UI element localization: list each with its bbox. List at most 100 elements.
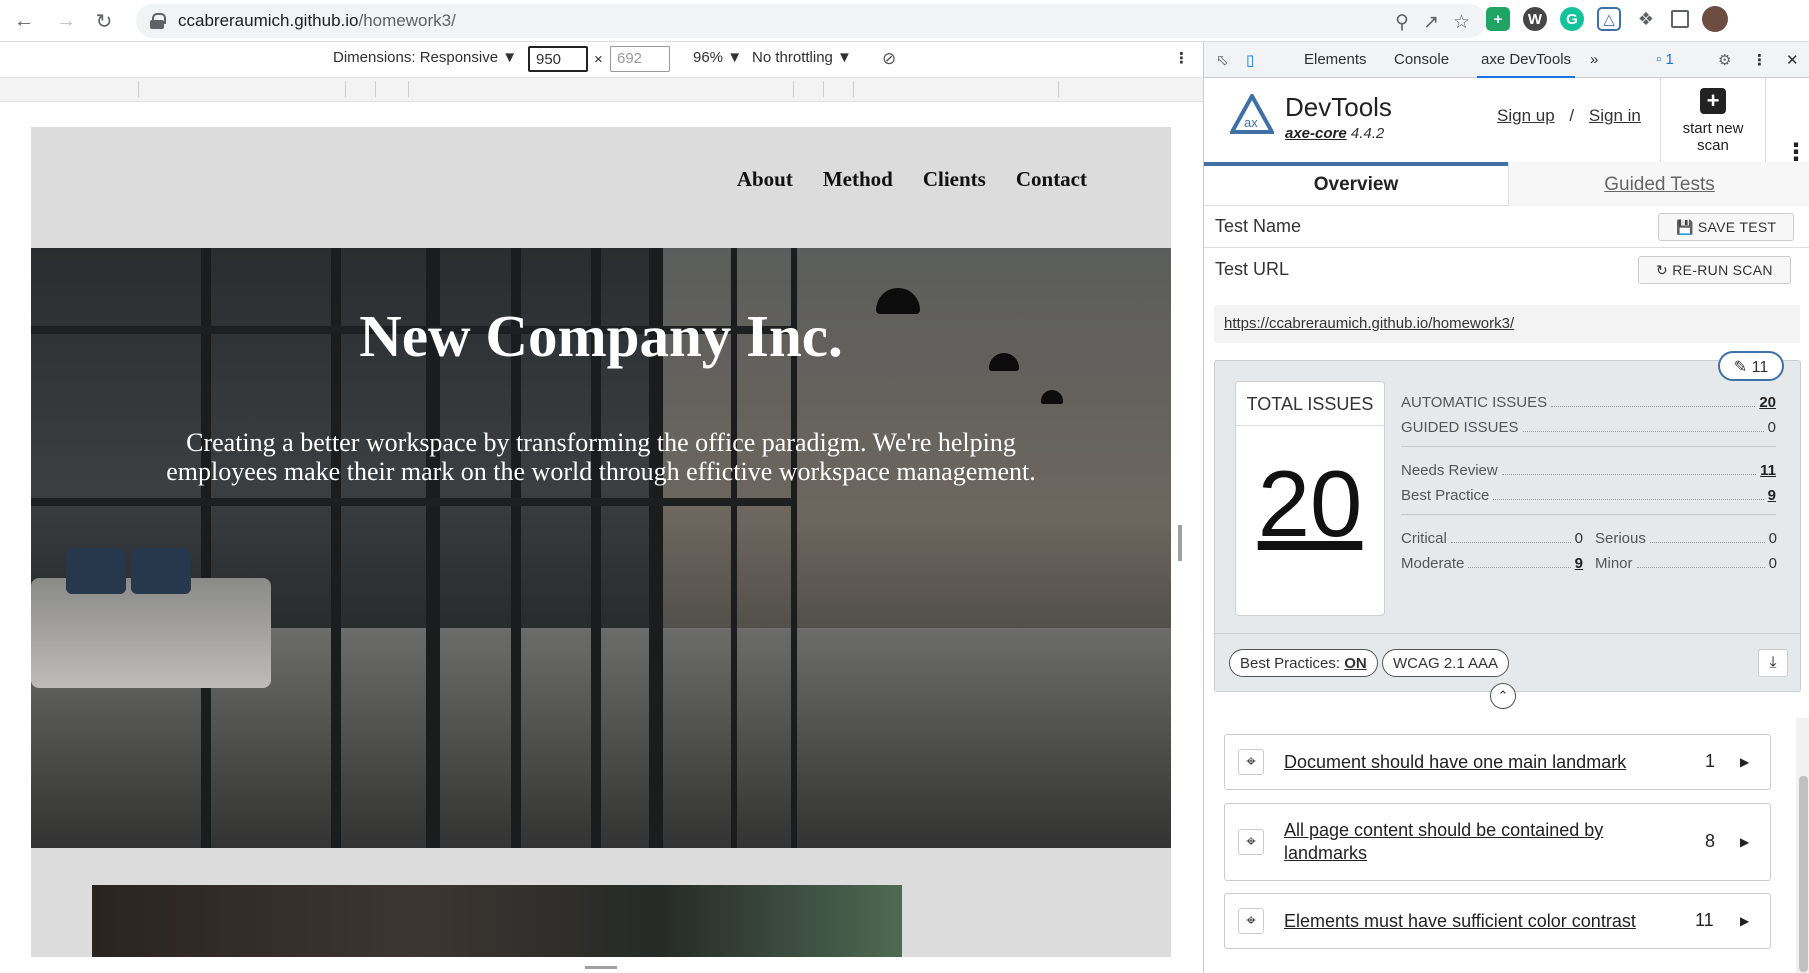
issue-count: 11 [1695,910,1714,930]
issue-count: 1 [1705,751,1716,771]
sign-up-link[interactable]: Sign up [1497,106,1555,125]
best-practices-toggle[interactable]: Best Practices: ON [1229,649,1378,677]
sign-in-link[interactable]: Sign in [1589,106,1641,125]
issue-title[interactable]: Elements must have sufficient color cont… [1284,910,1636,933]
collapse-summary-icon[interactable]: ⌃ [1490,683,1516,709]
tab-elements[interactable]: Elements [1304,51,1367,68]
resize-handle-right[interactable] [1178,525,1182,561]
highlight-target-icon[interactable]: ⌖ [1238,908,1264,934]
wordpress-extension-icon[interactable]: W [1523,7,1547,31]
share-icon[interactable]: ↗ [1423,11,1439,34]
puzzle-extensions-icon[interactable]: ❖ [1634,7,1658,31]
devtools-tab-bar: ⬁ ▯ Elements Console axe DevTools » ▫ 1 … [1204,42,1809,78]
nav-link-about[interactable]: About [737,167,793,192]
moderate-count[interactable]: 9 [1575,555,1583,572]
more-options-icon[interactable]: ⋮ [1174,49,1189,67]
devtools-panel: ⬁ ▯ Elements Console axe DevTools » ▫ 1 … [1203,42,1809,973]
highlight-target-icon[interactable]: ⌖ [1238,749,1264,775]
url-path: /homework3/ [358,11,456,30]
critical-label: Critical [1401,530,1447,547]
needs-review-stat: Needs Review 11 [1401,459,1776,479]
expand-arrow-icon[interactable]: ▶ [1740,755,1749,769]
device-toggle-icon[interactable]: ▯ [1246,51,1254,69]
forward-icon[interactable]: → [48,3,84,39]
tab-axe-devtools[interactable]: axe DevTools [1477,51,1576,78]
summary-footer: Best Practices: ON WCAG 2.1 AAA ⤓ [1215,633,1800,691]
throttling-dropdown[interactable]: No throttling ▼ [752,49,852,66]
issues-count: 1 [1665,51,1674,68]
highlight-target-icon[interactable]: ⌖ [1238,829,1264,855]
close-devtools-icon[interactable]: ✕ [1786,51,1799,69]
automatic-issues-label: AUTOMATIC ISSUES [1401,394,1548,411]
device-toolbar: Dimensions: Responsive ▼ 950 × 692 96% ▼… [0,42,1203,78]
needs-review-count[interactable]: 11 [1760,462,1776,479]
download-icon[interactable]: ⤓ [1758,649,1788,677]
dimensions-dropdown[interactable]: Dimensions: Responsive ▼ [333,49,517,66]
nav-link-contact[interactable]: Contact [1016,167,1087,192]
issue-item[interactable]: ⌖ All page content should be contained b… [1224,803,1771,881]
plus-extension-icon[interactable]: + [1486,7,1510,31]
test-url-link[interactable]: https://ccabreraumich.github.io/homework… [1224,315,1514,332]
nav-link-method[interactable]: Method [823,167,893,192]
total-issues-count[interactable]: 20 [1236,450,1384,558]
serious-count: 0 [1768,530,1777,547]
settings-gear-icon[interactable]: ⚙ [1718,51,1731,69]
issue-item[interactable]: ⌖ Document should have one main landmark… [1224,734,1771,790]
minor-count: 0 [1768,555,1777,572]
scrollbar-thumb[interactable] [1799,776,1808,972]
address-bar[interactable]: ccabreraumich.github.io/homework3/ ⚲ ↗ ☆ [136,4,1486,38]
expand-arrow-icon[interactable]: ▶ [1740,914,1749,928]
serious-label: Serious [1595,530,1646,547]
axe-title: DevTools [1285,92,1392,122]
zoom-icon[interactable]: ⚲ [1395,11,1409,34]
test-name-row: Test Name 💾 SAVE TEST [1204,206,1809,248]
test-name-label: Test Name [1215,216,1302,236]
reload-icon[interactable]: ↻ [86,3,122,39]
needs-review-pill-count: 11 [1751,359,1769,376]
rotate-icon[interactable]: ⊘ [882,49,896,69]
nav-link-clients[interactable]: Clients [923,167,986,192]
devtools-menu-icon[interactable]: ⋮ [1752,51,1767,69]
expand-arrow-icon[interactable]: ▶ [1740,835,1749,849]
profile-avatar[interactable] [1702,6,1728,32]
rerun-scan-button[interactable]: ↻ RE-RUN SCAN [1638,256,1791,284]
best-practice-label: Best Practice [1401,487,1490,504]
issue-item[interactable]: ⌖ Elements must have sufficient color co… [1224,893,1771,949]
wcag-level-selector[interactable]: WCAG 2.1 AAA [1382,649,1510,677]
needs-review-pill[interactable]: ✎ 11 [1718,351,1784,381]
hero-sofa [31,578,271,688]
back-icon[interactable]: ← [6,3,42,39]
side-panel-icon[interactable] [1671,10,1689,28]
axe-core-link[interactable]: axe-core [1285,125,1347,142]
tab-console[interactable]: Console [1394,51,1449,68]
grammarly-extension-icon[interactable]: G [1560,7,1584,31]
moderate-stat: Moderate 9 [1401,552,1583,572]
save-test-label: SAVE TEST [1697,219,1777,235]
site-nav: About Method Clients Contact [737,167,1087,192]
issue-title[interactable]: Document should have one main landmark [1284,751,1626,774]
bookmark-star-icon[interactable]: ☆ [1453,11,1470,34]
new-scan-label-2: scan [1697,137,1729,154]
issues-badge[interactable]: ▫ 1 [1656,51,1674,68]
automatic-issues-count[interactable]: 20 [1759,394,1776,411]
test-url-row: Test URL ↻ RE-RUN SCAN [1204,248,1809,292]
minor-stat: Minor 0 [1595,552,1777,572]
new-scan-icon: + [1700,88,1726,114]
tab-guided-tests[interactable]: Guided Tests [1508,162,1809,206]
tab-overview[interactable]: Overview [1204,162,1508,206]
guided-issues-stat: GUIDED ISSUES 0 [1401,416,1776,436]
zoom-dropdown[interactable]: 96% ▼ [693,49,742,66]
auth-separator: / [1569,106,1575,125]
minor-label: Minor [1595,555,1633,572]
axe-extension-icon[interactable]: △ [1597,7,1621,31]
inspect-element-icon[interactable]: ⬁ [1216,51,1229,69]
width-input[interactable]: 950 [528,46,588,72]
more-tabs-icon[interactable]: » [1590,51,1598,68]
save-test-button[interactable]: 💾 SAVE TEST [1658,213,1795,241]
media-query-ruler [0,78,1203,102]
best-practice-count[interactable]: 9 [1768,487,1776,504]
critical-count: 0 [1574,530,1583,547]
resize-handle-bottom[interactable] [585,966,617,969]
issue-title[interactable]: All page content should be contained by … [1284,819,1614,865]
height-input[interactable]: 692 [610,46,670,72]
